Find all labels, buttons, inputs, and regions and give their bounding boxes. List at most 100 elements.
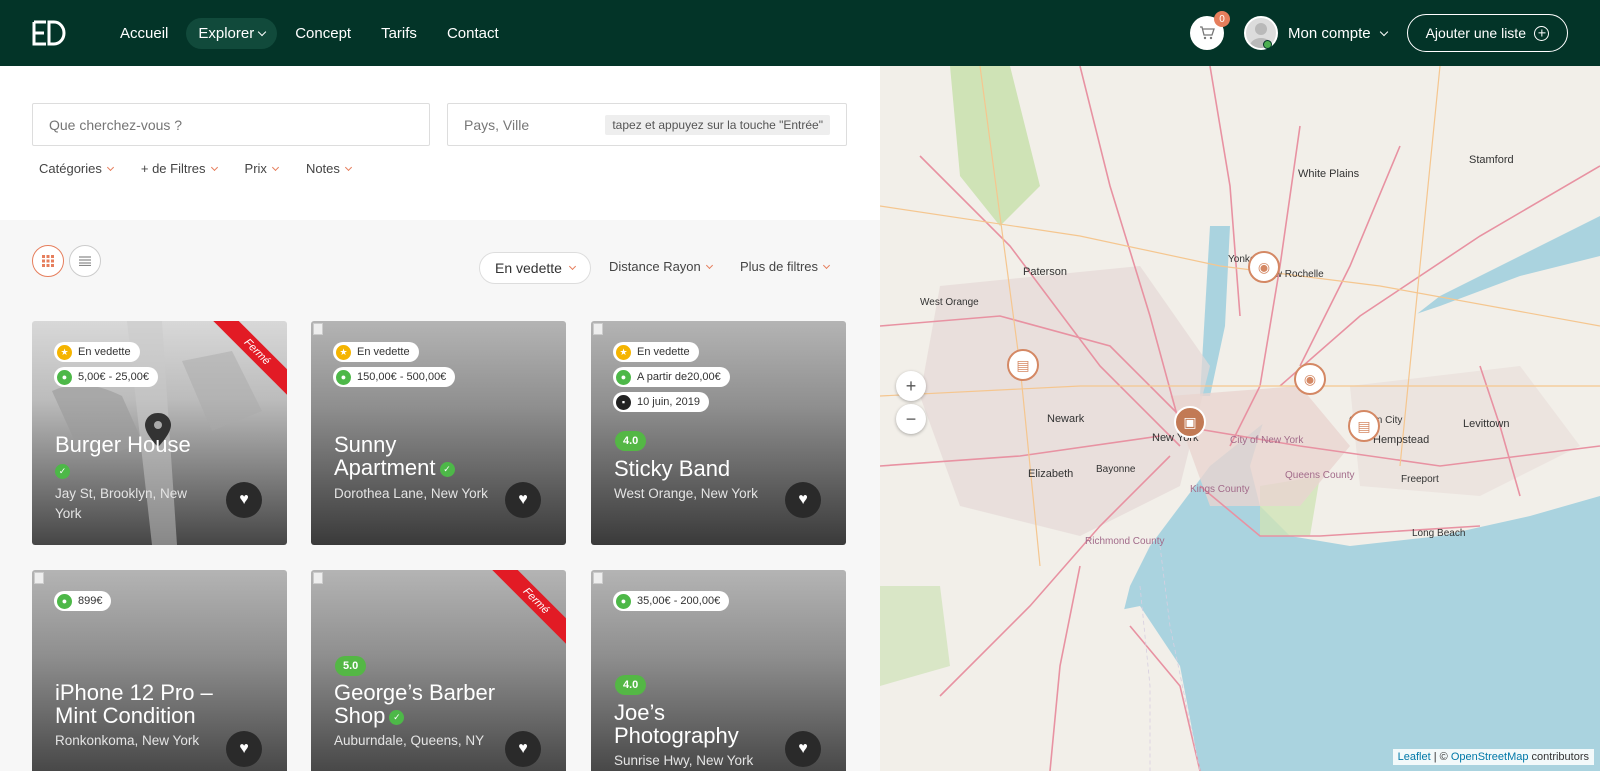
map-label: Freeport [1401,474,1439,485]
listing-address: Ronkonkoma, New York [55,733,200,748]
listing-card[interactable]: Fermé 5.0 George’s Barber Shop ✓ Auburnda… [311,570,566,771]
closed-ribbon: Fermé [207,321,287,401]
chevron-down-icon [257,27,267,36]
star-icon: ★ [616,344,631,360]
map-label: Long Beach [1412,528,1466,539]
listing-card[interactable]: ● 35,00€ - 200,00€ 4.0 Joe’s Photography … [591,570,846,771]
map-marker[interactable]: ▤ [1348,410,1380,442]
listing-title-text: Burger House [55,432,191,457]
map-label: Paterson [1023,266,1068,278]
price-label: 899€ [78,595,103,607]
listing-title-text: iPhone 12 Pro – Mint Condition [55,680,213,728]
map-marker[interactable]: ▤ [1007,349,1039,381]
results-toolbar: En vedette Distance Rayon Plus de filtre… [32,245,847,284]
account-menu[interactable]: Mon compte [1244,16,1388,50]
broken-image-icon [313,323,323,335]
closed-ribbon: Fermé [486,570,566,650]
listing-title[interactable]: Burger House ✓ [55,433,230,479]
document-icon: ▤ [1016,356,1030,373]
add-listing-label: Ajouter une liste [1425,25,1526,41]
map-marker[interactable]: ◉ [1294,363,1326,395]
filter-ratings[interactable]: Notes [306,161,352,176]
heart-icon: ♥ [798,740,808,757]
logo-icon [32,20,66,46]
nav-concept[interactable]: Concept [283,18,363,49]
map-marker[interactable]: ▣ [1174,406,1206,438]
listing-badges: ★ En vedette ● 5,00€ - 25,00€ [54,342,158,387]
map-marker[interactable]: ◉ [1248,251,1280,283]
listing-title[interactable]: Joe’s Photography [614,701,774,747]
price-badge: ● 899€ [54,591,112,611]
price-label: 150,00€ - 500,00€ [357,371,447,383]
favorite-button[interactable]: ♥ [785,482,821,518]
favorite-button[interactable]: ♥ [226,731,262,767]
listing-card[interactable]: ● 899€ iPhone 12 Pro – Mint Condition Ron… [32,570,287,771]
favorite-button[interactable]: ♥ [505,731,541,767]
chevron-down-icon [210,163,218,171]
favorite-button[interactable]: ♥ [785,731,821,767]
location-search-field[interactable]: Pays, Ville tapez et appuyez sur la touc… [447,103,847,146]
list-view-button[interactable] [69,245,101,277]
closed-label: Fermé [208,321,287,401]
nav-label: Explorer [198,24,255,42]
listing-title[interactable]: Sticky Band [614,457,789,480]
listings-map[interactable]: White Plains Stamford Yonkers New Rochel… [880,66,1600,771]
location-hint: tapez et appuyez sur la touche "Entrée" [605,114,830,135]
map-label: Hempstead [1373,434,1430,446]
contact-card-icon: ▣ [1183,413,1197,430]
featured-badge: ★ En vedette [613,342,699,362]
keyword-search-input[interactable] [32,103,430,146]
listing-badges: ● 899€ [54,591,112,611]
listing-title[interactable]: iPhone 12 Pro – Mint Condition [55,681,235,727]
nav-contact[interactable]: Contact [435,18,511,49]
location-pin-icon: ◉ [1303,370,1317,387]
sort-dropdown[interactable]: En vedette [479,252,591,284]
distance-radius-dropdown[interactable]: Distance Rayon [609,259,713,274]
leaflet-link[interactable]: Leaflet [1398,751,1431,763]
favorite-button[interactable]: ♥ [226,482,262,518]
avatar [1244,16,1279,50]
filter-bar: Catégories + de Filtres Prix Notes [39,161,352,176]
grid-view-button[interactable] [32,245,64,277]
featured-label: En vedette [357,346,410,358]
favorite-button[interactable]: ♥ [505,482,541,518]
star-icon: ★ [57,344,72,360]
nav-explorer[interactable]: Explorer [186,17,278,49]
featured-badge: ★ En vedette [333,342,419,362]
logo[interactable] [32,18,66,48]
online-status-dot [1263,40,1272,49]
main-nav: Accueil Explorer Concept Tarifs Contact [108,17,511,49]
more-filters-dropdown[interactable]: Plus de filtres [740,259,831,274]
rating-badge: 4.0 [615,431,647,451]
price-badge: ● 35,00€ - 200,00€ [613,591,730,611]
listing-title-text: Sticky Band [614,456,731,481]
top-navigation-bar: Accueil Explorer Concept Tarifs Contact … [0,0,1600,66]
nav-tarifs[interactable]: Tarifs [369,18,429,49]
listing-address: West Orange, New York [614,486,758,501]
listing-card[interactable]: ★ En vedette ● A partir de20,00€ ▪ 10 juin,… [591,321,846,545]
map-label: Levittown [1463,418,1510,430]
zoom-out-button[interactable]: − [896,404,926,434]
listing-title[interactable]: Sunny Apartment ✓ [334,433,494,479]
openstreetmap-link[interactable]: OpenStreetMap [1451,751,1529,763]
featured-label: En vedette [78,346,131,358]
add-listing-button[interactable]: Ajouter une liste [1406,14,1568,52]
price-tag-icon: ● [57,369,72,385]
filter-more[interactable]: + de Filtres [141,161,218,176]
zoom-in-button[interactable]: + [896,371,926,401]
map-label: Richmond County [1085,536,1165,547]
filter-categories[interactable]: Catégories [39,161,114,176]
listing-title-text: Sunny Apartment [334,432,436,480]
listing-card[interactable]: Fermé ★ En vedette ● 5,00€ - 25,00€ Burger… [32,321,287,545]
filter-price[interactable]: Prix [245,161,279,176]
listing-card[interactable]: ★ En vedette ● 150,00€ - 500,00€ Sunny Apa… [311,321,566,545]
price-tag-icon: ● [616,369,631,385]
nav-accueil[interactable]: Accueil [108,18,180,49]
listing-address: Auburndale, Queens, NY [334,733,485,748]
featured-label: En vedette [637,346,690,358]
listing-title[interactable]: George’s Barber Shop ✓ [334,681,504,727]
cart-button[interactable]: 0 [1190,11,1231,50]
grid-icon [42,255,54,267]
price-label: A partir de20,00€ [637,371,721,383]
price-badge: ● A partir de20,00€ [613,367,730,387]
